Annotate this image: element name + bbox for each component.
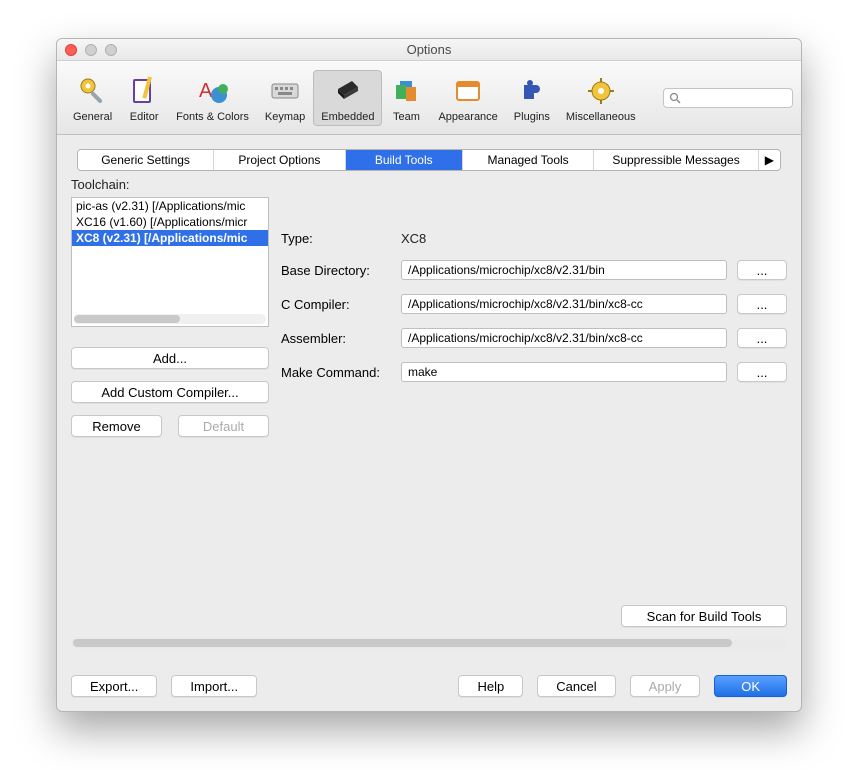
ok-button[interactable]: OK (714, 675, 787, 697)
toolbar-items: General Editor A Fonts & Colors Keymap E… (65, 70, 644, 126)
toolbar-misc[interactable]: Miscellaneous (558, 70, 644, 126)
window-icon (452, 75, 484, 107)
add-button[interactable]: Add... (71, 347, 269, 369)
search-input[interactable] (685, 91, 787, 105)
fonts-colors-icon: A (197, 75, 229, 107)
toolchain-form: Type: XC8 Base Directory: ... C Compiler… (281, 231, 787, 396)
tab-build-tools[interactable]: Build Tools (346, 150, 463, 170)
subtabs: Generic Settings Project Options Build T… (77, 149, 781, 171)
type-label: Type: (281, 231, 401, 246)
export-button[interactable]: Export... (71, 675, 157, 697)
toolbar-label: Team (393, 111, 420, 123)
toolbar-label: Plugins (514, 111, 550, 123)
toolbar-label: Appearance (438, 111, 497, 123)
toolchain-label: Toolchain: (71, 177, 130, 192)
content-area: Generic Settings Project Options Build T… (57, 135, 801, 711)
basedir-browse-button[interactable]: ... (737, 260, 787, 280)
default-button[interactable]: Default (178, 415, 269, 437)
search-box[interactable] (663, 88, 793, 108)
toolbar-label: Keymap (265, 111, 305, 123)
toolbar-plugins[interactable]: Plugins (506, 70, 558, 126)
ccompiler-label: C Compiler: (281, 297, 401, 312)
basedir-label: Base Directory: (281, 263, 401, 278)
toolbar-fonts-colors[interactable]: A Fonts & Colors (168, 70, 257, 126)
search-icon (669, 92, 681, 104)
plugin-icon (516, 75, 548, 107)
category-toolbar: General Editor A Fonts & Colors Keymap E… (57, 61, 801, 135)
tab-suppressible[interactable]: Suppressible Messages (594, 150, 758, 170)
make-label: Make Command: (281, 365, 401, 380)
assembler-label: Assembler: (281, 331, 401, 346)
toolbar-label: Fonts & Colors (176, 111, 249, 123)
list-item[interactable]: XC8 (v2.31) [/Applications/mic (72, 230, 268, 246)
scroll-thumb[interactable] (74, 315, 180, 323)
toolbar-keymap[interactable]: Keymap (257, 70, 313, 126)
help-button[interactable]: Help (458, 675, 523, 697)
toolbar-general[interactable]: General (65, 70, 120, 126)
scroll-thumb[interactable] (73, 639, 732, 647)
assembler-browse-button[interactable]: ... (737, 328, 787, 348)
panel-hscrollbar[interactable] (71, 637, 787, 649)
scan-build-tools-button[interactable]: Scan for Build Tools (621, 605, 787, 627)
toolchain-buttons: Add... Add Custom Compiler... Remove Def… (71, 347, 269, 449)
tab-overflow[interactable]: ▶ (759, 150, 780, 170)
toolbar-team[interactable]: Team (382, 70, 430, 126)
toolbar-embedded[interactable]: Embedded (313, 70, 382, 126)
apply-button[interactable]: Apply (630, 675, 701, 697)
keyboard-icon (269, 75, 301, 107)
import-button[interactable]: Import... (171, 675, 257, 697)
list-item[interactable]: pic-as (v2.31) [/Applications/mic (72, 198, 268, 214)
chip-icon (332, 75, 364, 107)
toolbar-label: Editor (130, 111, 159, 123)
window-title: Options (57, 42, 801, 57)
ccompiler-field[interactable] (401, 294, 727, 314)
toolbar-appearance[interactable]: Appearance (430, 70, 505, 126)
gear-wrench-icon (77, 75, 109, 107)
type-value: XC8 (401, 231, 787, 246)
make-browse-button[interactable]: ... (737, 362, 787, 382)
toolchain-list[interactable]: pic-as (v2.31) [/Applications/mic XC16 (… (71, 197, 269, 327)
remove-button[interactable]: Remove (71, 415, 162, 437)
misc-gear-icon (585, 75, 617, 107)
toolbar-label: Miscellaneous (566, 111, 636, 123)
tab-managed-tools[interactable]: Managed Tools (463, 150, 594, 170)
add-custom-compiler-button[interactable]: Add Custom Compiler... (71, 381, 269, 403)
options-window: Options General Editor A Fonts & Colors … (56, 38, 802, 712)
toolbar-label: General (73, 111, 112, 123)
list-item[interactable]: XC16 (v1.60) [/Applications/micr (72, 214, 268, 230)
svg-text:A: A (199, 80, 213, 102)
ccompiler-browse-button[interactable]: ... (737, 294, 787, 314)
dialog-footer: Export... Import... Help Cancel Apply OK (71, 673, 787, 699)
book-pencil-icon (128, 75, 160, 107)
tab-generic-settings[interactable]: Generic Settings (78, 150, 214, 170)
tab-project-options[interactable]: Project Options (214, 150, 345, 170)
build-tools-panel: Toolchain: pic-as (v2.31) [/Applications… (71, 177, 787, 655)
titlebar: Options (57, 39, 801, 61)
list-hscrollbar[interactable] (74, 314, 266, 324)
assembler-field[interactable] (401, 328, 727, 348)
basedir-field[interactable] (401, 260, 727, 280)
toolbar-label: Embedded (321, 111, 374, 123)
cancel-button[interactable]: Cancel (537, 675, 615, 697)
toolbar-editor[interactable]: Editor (120, 70, 168, 126)
team-icon (390, 75, 422, 107)
make-field[interactable] (401, 362, 727, 382)
